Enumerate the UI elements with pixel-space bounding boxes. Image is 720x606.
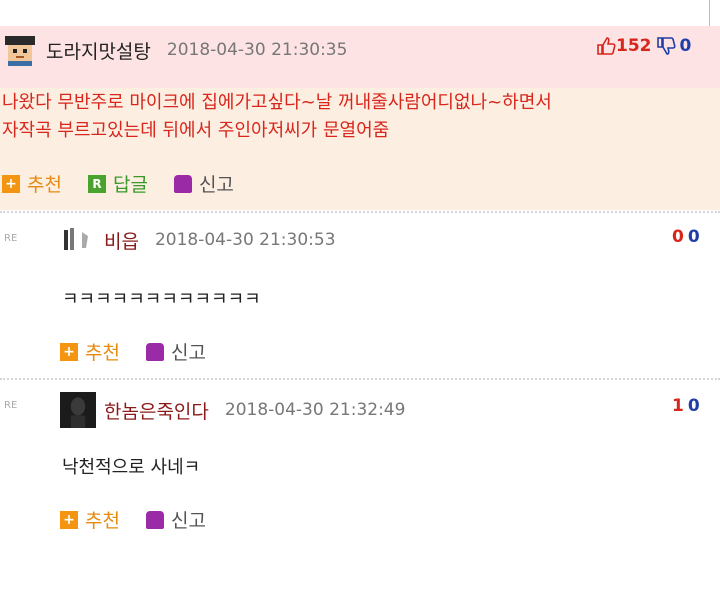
best-comment: 도라지맛설탕 2018-04-30 21:30:35 152 0 나왔다 무반주… bbox=[0, 26, 720, 210]
recommend-label: 추천 bbox=[85, 342, 120, 364]
siren-icon bbox=[173, 174, 192, 193]
siren-icon bbox=[145, 510, 164, 529]
recommend-label: 추천 bbox=[85, 510, 120, 532]
comment-text: 나왔다 무반주로 마이크에 집에가고싶다~날 꺼내줄사람어디없나~하면서 자작곡… bbox=[2, 89, 552, 145]
comment-text: 낙천적으로 사네ㅋ bbox=[62, 457, 201, 478]
downvote-count[interactable]: 0 bbox=[688, 227, 700, 247]
report-label: 신고 bbox=[170, 510, 206, 532]
plus-icon: + bbox=[60, 342, 78, 361]
vote-counts: 1 0 bbox=[672, 396, 700, 416]
report-button[interactable]: 신고 bbox=[145, 506, 206, 533]
nickname[interactable]: 도라지맛설탕 bbox=[46, 37, 151, 64]
recommend-label: 추천 bbox=[27, 174, 62, 196]
re-icon: RE bbox=[4, 233, 18, 244]
timestamp: 2018-04-30 21:32:49 bbox=[224, 400, 406, 420]
reply-button[interactable]: R 답글 bbox=[87, 170, 148, 197]
avatar bbox=[5, 36, 35, 66]
timestamp: 2018-04-30 21:30:35 bbox=[166, 40, 348, 60]
vote-counts: 0 0 bbox=[672, 227, 700, 247]
recommend-button[interactable]: + 추천 bbox=[60, 506, 120, 533]
upvote-count: 152 bbox=[616, 36, 652, 56]
timestamp: 2018-04-30 21:30:53 bbox=[154, 230, 336, 250]
recommend-button[interactable]: + 추천 bbox=[2, 170, 62, 197]
reply-comment: RE 비읍 2018-04-30 21:30:53 0 0 ㅋㅋㅋㅋㅋㅋㅋㅋㅋㅋ… bbox=[0, 213, 720, 377]
re-icon: RE bbox=[4, 400, 18, 411]
nickname[interactable]: 한놈은죽인다 bbox=[104, 397, 209, 424]
downvote-count[interactable]: 0 bbox=[688, 396, 700, 416]
reply-label: 답글 bbox=[112, 174, 148, 196]
upvote-count[interactable]: 1 bbox=[672, 396, 684, 416]
reply-icon: R bbox=[87, 174, 106, 193]
plus-icon: + bbox=[2, 174, 20, 193]
vote-counts: 152 0 bbox=[596, 36, 691, 56]
recommend-button[interactable]: + 추천 bbox=[60, 338, 120, 365]
report-button[interactable]: 신고 bbox=[145, 338, 206, 365]
avatar bbox=[64, 228, 88, 250]
comment-line: 자작곡 부르고있는데 뒤에서 주인아저씨가 문열어줌 bbox=[2, 120, 390, 141]
comment-line: 나왔다 무반주로 마이크에 집에가고싶다~날 꺼내줄사람어디없나~하면서 bbox=[2, 92, 552, 113]
report-label: 신고 bbox=[198, 174, 234, 196]
downvote-count: 0 bbox=[679, 36, 692, 56]
siren-icon bbox=[145, 342, 164, 361]
reply-comment: RE 한놈은죽인다 2018-04-30 21:32:49 1 0 낙천적으로 … bbox=[0, 380, 720, 550]
report-button[interactable]: 신고 bbox=[173, 170, 234, 197]
nickname[interactable]: 비읍 bbox=[104, 227, 139, 254]
thumb-down-icon[interactable] bbox=[656, 36, 676, 56]
upvote-count[interactable]: 0 bbox=[672, 227, 684, 247]
report-label: 신고 bbox=[170, 342, 206, 364]
plus-icon: + bbox=[60, 510, 78, 529]
avatar bbox=[60, 392, 96, 428]
thumb-up-icon[interactable] bbox=[596, 36, 616, 56]
comment-text: ㅋㅋㅋㅋㅋㅋㅋㅋㅋㅋㅋㅋ bbox=[62, 289, 261, 310]
